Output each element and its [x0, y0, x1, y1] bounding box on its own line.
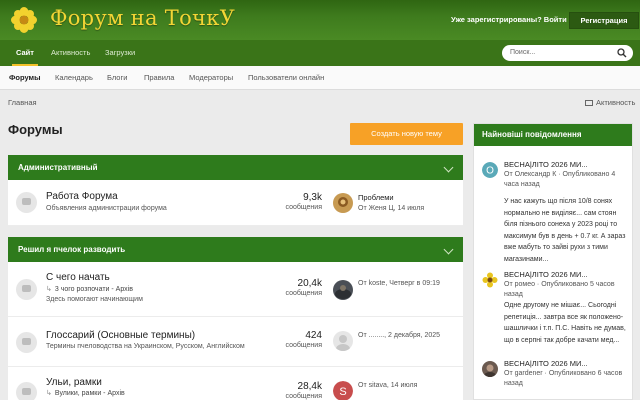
latest-post-title[interactable]: ВЕСНА|ЛІТО 2026 МИ...: [504, 270, 588, 279]
sign-in-label: Уже зарегистрированы? Войти: [451, 15, 567, 24]
forum-bubble-icon: [16, 279, 37, 300]
forum-row[interactable]: Глоссарий (Основные термины) Термины пче…: [8, 317, 463, 367]
latest-post-meta: От gardener · Опубликовано 6 часов назад: [504, 370, 623, 387]
forum-title[interactable]: Ульи, рамки: [46, 377, 102, 388]
search-placeholder: Поиск...: [510, 49, 536, 56]
last-post-meta: От Женя Ц, 14 июля: [358, 205, 425, 212]
chevron-down-icon[interactable]: [443, 244, 454, 255]
search-input[interactable]: Поиск...: [502, 45, 633, 61]
forum-title[interactable]: Работа Форума: [46, 191, 118, 202]
subforum-arrow-icon: ↳: [46, 390, 52, 397]
forum-bubble-icon: [16, 192, 37, 213]
post-count: 28,4k: [297, 381, 322, 392]
forum-description: Здесь помогают начинающим: [46, 296, 143, 303]
post-count: 424: [305, 330, 322, 341]
latest-post-title[interactable]: ВЕСНА|ЛІТО 2026 МИ...: [504, 160, 588, 169]
activity-icon: [585, 100, 593, 107]
site-header: Форум на ТочкУ Уже зарегистрированы? Вой…: [0, 0, 640, 40]
post-count-label: сообщения: [285, 204, 322, 211]
svg-text:O: O: [486, 166, 494, 177]
activity-link[interactable]: Активность: [585, 98, 635, 107]
category-header[interactable]: Решил я пчелок разводить: [8, 237, 463, 262]
latest-posts-widget: Найновіші повідомлення O ВЕСНА|ЛІТО 2026…: [473, 123, 633, 400]
subnav-rules[interactable]: Правила: [144, 73, 174, 82]
subnav-forums[interactable]: Форумы: [9, 73, 41, 82]
post-count-label: сообщения: [285, 290, 322, 297]
category-title: Административный: [18, 163, 98, 172]
subforum-label: Вулики, рамки - Архів: [54, 390, 125, 397]
avatar[interactable]: [333, 331, 353, 351]
sub-nav: Форумы Календарь Блоги Правила Модератор…: [0, 66, 640, 90]
forum-description: Термины пчеловодства на Украинском, Русс…: [46, 343, 245, 350]
post-count-label: сообщения: [285, 393, 322, 400]
last-post-meta: От sitava, 14 июля: [358, 382, 418, 389]
forum-title[interactable]: С чего начать: [46, 272, 110, 283]
nav-tab-activity[interactable]: Активность: [51, 40, 90, 66]
avatar[interactable]: [482, 361, 498, 377]
register-button[interactable]: Регистрация: [569, 12, 639, 29]
latest-post-meta: От ромео · Опубликовано 5 часов назад: [504, 281, 615, 298]
subforum-link[interactable]: ↳ 3 чого розпочати - Архів: [46, 285, 133, 293]
forum-description: Объявления администрации форума: [46, 205, 167, 212]
breadcrumb[interactable]: Главная: [8, 98, 37, 107]
chevron-down-icon[interactable]: [443, 162, 454, 173]
last-post-meta: От ........, 2 декабря, 2025: [358, 332, 441, 339]
subforum-arrow-icon: ↳: [46, 286, 52, 293]
nav-tab-site[interactable]: Сайт: [12, 40, 38, 66]
subforum-label: 3 чого розпочати - Архів: [54, 286, 133, 293]
avatar[interactable]: [333, 280, 353, 300]
forum-row[interactable]: Работа Форума Объявления администрации ф…: [8, 180, 463, 226]
post-count-label: сообщения: [285, 342, 322, 349]
last-post-title[interactable]: Проблеми: [358, 193, 394, 202]
last-post-meta: От koste, Четверг в 09:19: [358, 280, 440, 287]
latest-post-meta: От Олександр К · Опубликовано 4 часа наз…: [504, 171, 616, 188]
forum-row[interactable]: С чего начать ↳ 3 чого розпочати - Архів …: [8, 262, 463, 317]
latest-post-title[interactable]: ВЕСНА|ЛІТО 2026 МИ...: [504, 359, 588, 368]
nav-tab-downloads[interactable]: Загрузки: [105, 40, 135, 66]
activity-link-label: Активность: [596, 98, 636, 107]
subnav-moderators[interactable]: Модераторы: [189, 73, 233, 82]
forum-title[interactable]: Глоссарий (Основные термины): [46, 330, 195, 341]
forum-bubble-icon: [16, 382, 37, 400]
category-title: Решил я пчелок разводить: [18, 245, 126, 254]
svg-text:S: S: [339, 386, 346, 398]
subnav-blogs[interactable]: Блоги: [107, 73, 127, 82]
subnav-calendar[interactable]: Календарь: [55, 73, 93, 82]
site-title[interactable]: Форум на ТочкУ: [50, 6, 235, 30]
avatar[interactable]: O: [482, 162, 498, 178]
latest-post-excerpt: У нас кажуть що після 10/8 сонях нормаль…: [504, 198, 626, 263]
search-icon[interactable]: [617, 48, 627, 58]
flower-avatar-icon[interactable]: [482, 272, 498, 288]
avatar[interactable]: S: [333, 381, 353, 400]
sign-in-dropdown[interactable]: Уже зарегистрированы? Войти: [451, 15, 576, 24]
widget-title: Найновіші повідомлення: [474, 124, 632, 146]
new-topic-button[interactable]: Создать новую тему: [350, 123, 463, 145]
subforum-link[interactable]: ↳ Вулики, рамки - Архів: [46, 389, 125, 397]
latest-post-excerpt: Одне другому не мішає... Сьогодні репети…: [504, 302, 626, 344]
category-header[interactable]: Административный: [8, 155, 463, 180]
post-count: 9,3k: [303, 192, 322, 203]
flower-logo-icon[interactable]: [9, 7, 39, 33]
post-count: 20,4k: [297, 278, 322, 289]
forum-bubble-icon: [16, 332, 37, 353]
forum-row[interactable]: Ульи, рамки ↳ Вулики, рамки - Архів 28,4k…: [8, 367, 463, 400]
page-title: Форумы: [8, 122, 63, 137]
subnav-online-users[interactable]: Пользователи онлайн: [248, 73, 324, 82]
avatar[interactable]: [333, 193, 353, 213]
